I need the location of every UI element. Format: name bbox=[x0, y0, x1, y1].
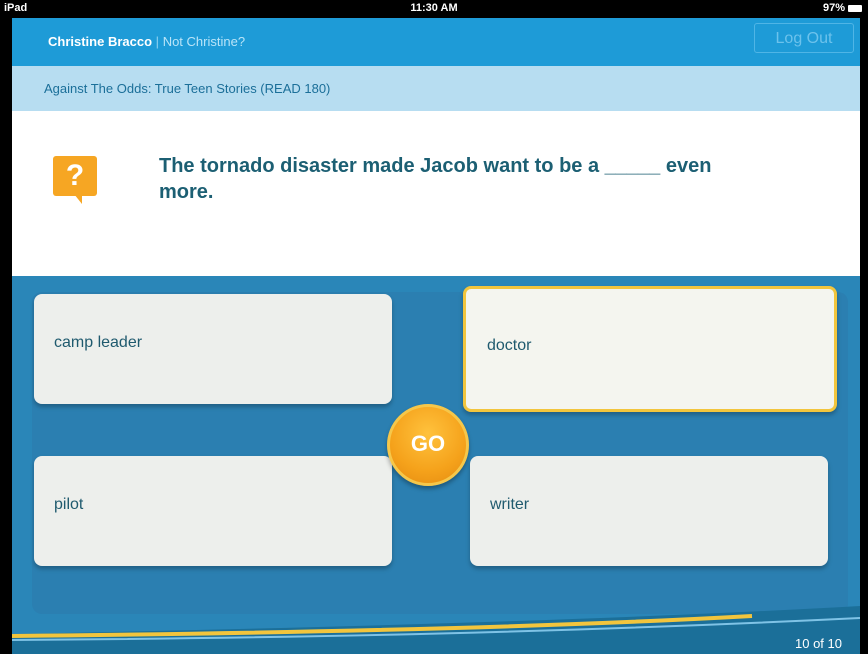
question-text: The tornado disaster made Jacob want to … bbox=[159, 155, 712, 203]
user-name: Christine Bracco bbox=[48, 34, 153, 49]
user-info: Christine Bracco | Not Christine? bbox=[48, 34, 245, 49]
battery-icon bbox=[848, 4, 862, 12]
battery-percent: 97% bbox=[822, 2, 845, 14]
question-icon: ? bbox=[53, 156, 97, 196]
go-button[interactable]: GO bbox=[387, 404, 469, 486]
book-title-bar: Against The Odds: True Teen Stories (REA… bbox=[12, 66, 860, 111]
progress-bar: 10 of 10 bbox=[12, 600, 860, 654]
question-panel: ? The tornado disaster made Jacob want t… bbox=[12, 111, 860, 276]
book-title: Against The Odds: True Teen Stories (REA… bbox=[44, 81, 331, 96]
not-user-link[interactable]: Not Christine? bbox=[163, 34, 245, 49]
header-bar: Christine Bracco | Not Christine? Log Ou… bbox=[12, 18, 860, 66]
device-frame-left bbox=[0, 0, 12, 654]
answer-option-writer[interactable]: writer bbox=[470, 456, 828, 566]
answer-label: doctor bbox=[487, 337, 532, 354]
progress-swoosh bbox=[12, 606, 860, 654]
answer-label: camp leader bbox=[54, 334, 143, 351]
answer-label: writer bbox=[490, 496, 530, 513]
device-frame-right bbox=[860, 0, 868, 654]
status-bar: iPad 11:30 AM 97% bbox=[0, 0, 868, 18]
question-icon-tail bbox=[74, 194, 82, 204]
user-separator: | bbox=[155, 34, 160, 49]
answer-option-pilot[interactable]: pilot bbox=[34, 456, 392, 566]
status-time: 11:30 AM bbox=[410, 2, 458, 14]
logout-button[interactable]: Log Out bbox=[754, 23, 854, 53]
battery-indicator: 97% bbox=[823, 2, 862, 14]
page-count: 10 of 10 bbox=[795, 636, 842, 651]
answer-option-doctor-selected[interactable]: doctor bbox=[463, 286, 837, 412]
answer-label: pilot bbox=[54, 496, 84, 513]
answer-option-camp-leader[interactable]: camp leader bbox=[34, 294, 392, 404]
